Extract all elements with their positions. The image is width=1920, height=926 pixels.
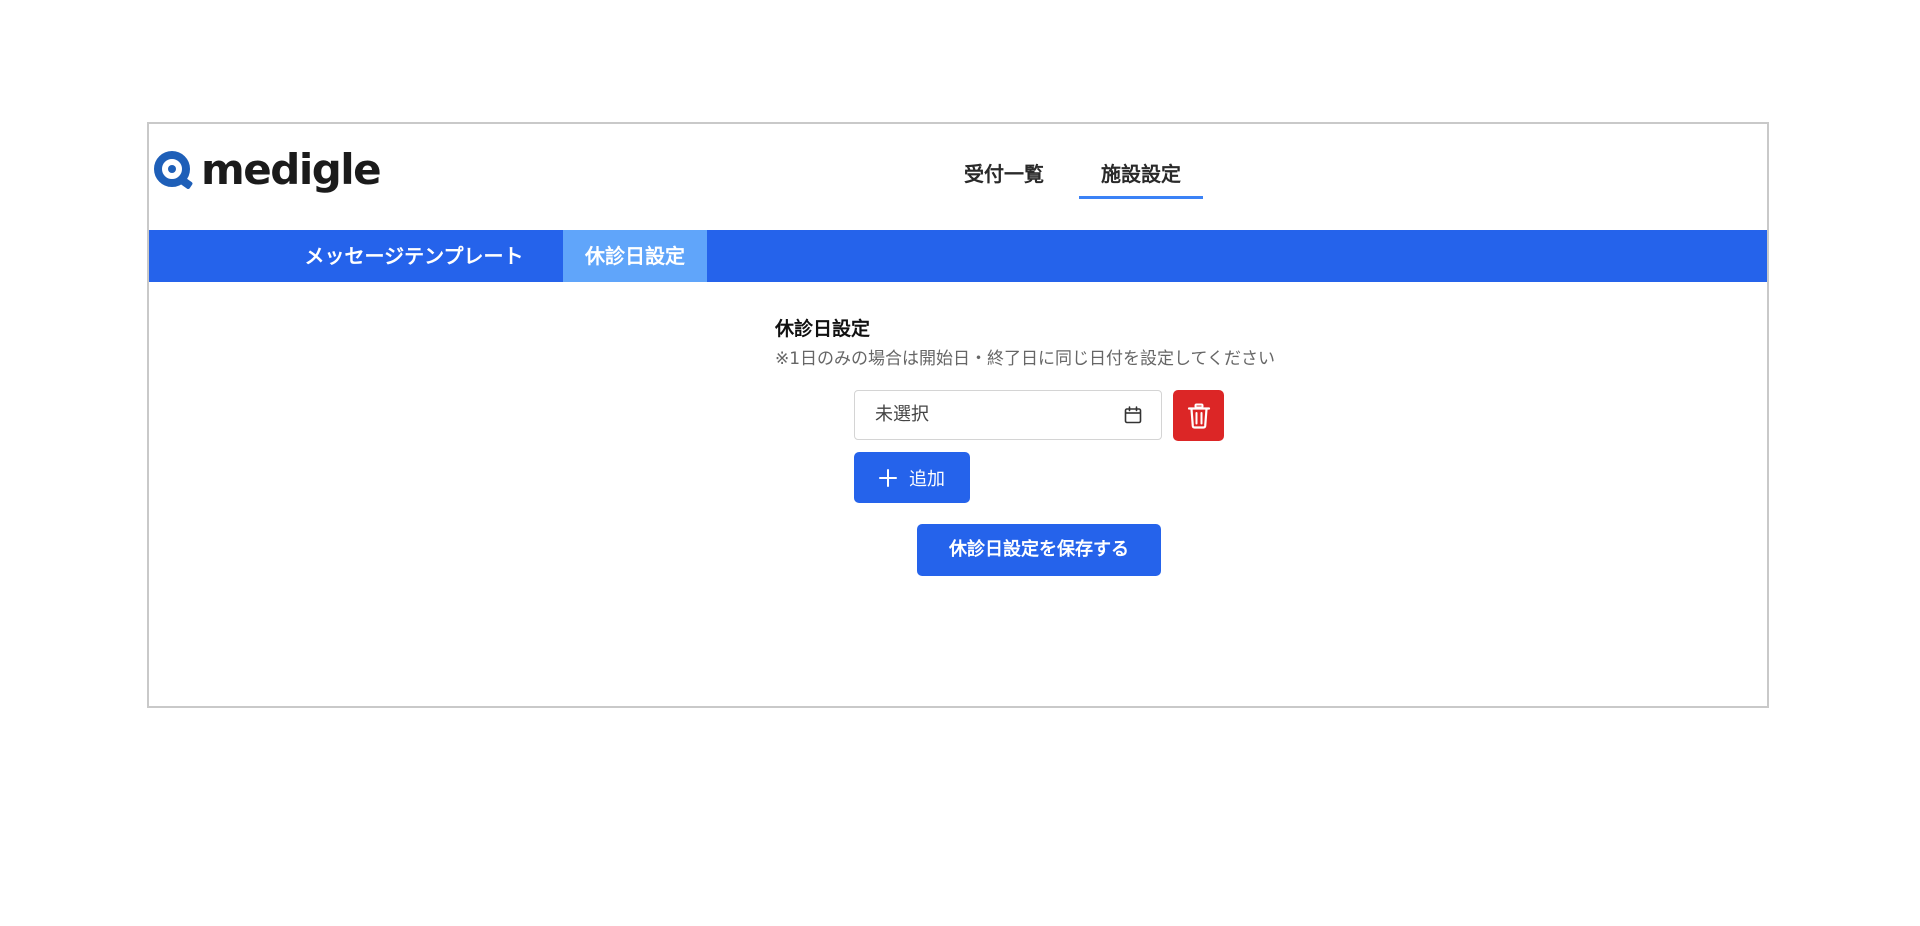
app-frame: medigle 受付一覧 施設設定 メッセージテンプレート 休診日設定 休診日設… [147,122,1769,708]
calendar-icon[interactable] [1123,405,1143,425]
subnav-tab-message-template[interactable]: メッセージテンプレート [291,230,537,282]
nav-tab-facility-settings[interactable]: 施設設定 [1079,154,1203,194]
add-button-label: 追加 [909,468,945,490]
subnav-tab-holiday-settings[interactable]: 休診日設定 [563,230,707,282]
holiday-date-range-input[interactable]: 未選択 [854,390,1162,440]
save-holiday-settings-button[interactable]: 休診日設定を保存する [917,524,1161,576]
nav-tab-reception-list[interactable]: 受付一覧 [939,154,1069,194]
sub-nav: メッセージテンプレート 休診日設定 [149,230,1767,282]
section-title: 休診日設定 [775,318,871,340]
section-note: ※1日のみの場合は開始日・終了日に同じ日付を設定してください [775,349,1276,369]
top-nav: 受付一覧 施設設定 [149,124,1767,230]
plus-icon [879,468,897,487]
date-field-value: 未選択 [875,404,929,425]
nav-active-underline [1079,196,1203,199]
delete-date-button[interactable] [1173,390,1224,441]
app-header: medigle 受付一覧 施設設定 [149,124,1767,230]
add-date-button[interactable]: 追加 [854,452,970,503]
trash-icon [1187,403,1210,429]
